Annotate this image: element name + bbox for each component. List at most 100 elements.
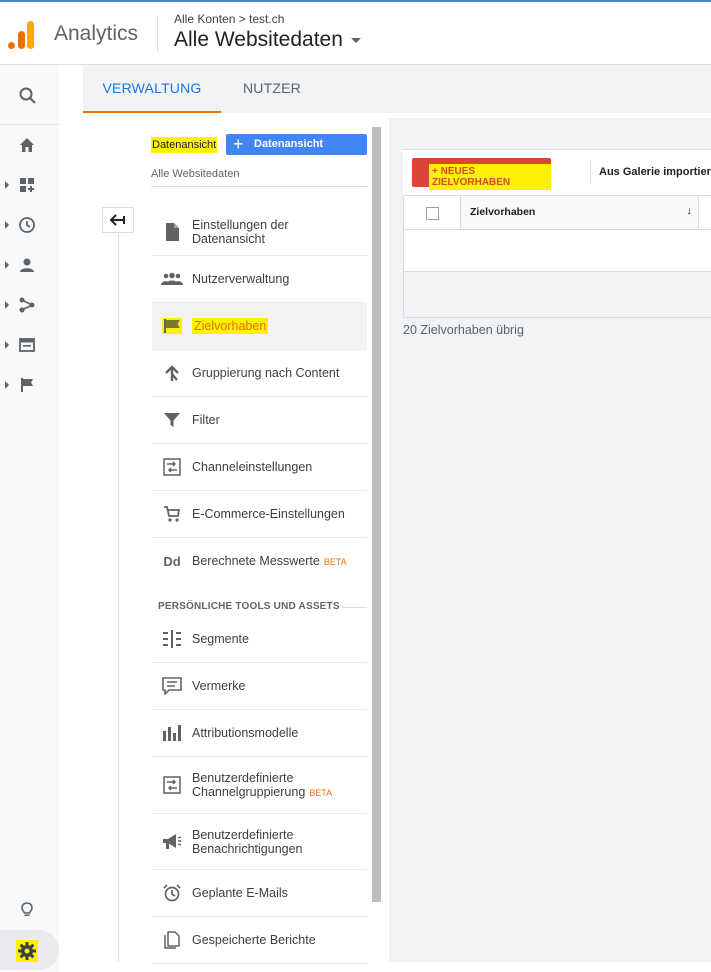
gear-icon (16, 940, 38, 962)
dd-icon: Dd (163, 554, 181, 569)
column-header-goals[interactable]: Zielvorhaben ↓ (460, 196, 699, 229)
menu-item-ecommerce-settings[interactable]: E-Commerce-Einstellungen (152, 491, 367, 538)
nav-behavior[interactable] (0, 325, 59, 365)
left-navigation (0, 65, 59, 972)
view-title: Alle Websitedaten (174, 28, 343, 51)
nav-acquisition[interactable] (0, 285, 59, 325)
menu-item-annotations[interactable]: Vermerke (152, 663, 367, 710)
column-guide-line (118, 233, 119, 962)
flag-icon (162, 318, 182, 334)
saved-report-icon (164, 931, 180, 949)
menu-label: Gespeicherte Berichte (192, 933, 316, 947)
goals-table: Zielvorhaben ↓ I (403, 195, 711, 318)
select-all-checkbox[interactable] (426, 207, 439, 220)
nav-discover[interactable] (0, 890, 59, 930)
nav-customization[interactable] (0, 165, 59, 205)
new-goal-label: + NEUES ZIELVORHABEN (429, 164, 551, 190)
menu-item-segments[interactable]: Segmente (152, 616, 367, 663)
new-goal-button[interactable]: + NEUES ZIELVORHABEN (412, 158, 551, 190)
menu-item-custom-channel-grouping[interactable]: Benutzerdefinierte Channelgruppierung BET… (152, 757, 367, 814)
menu-label: Geplante E-Mails (192, 886, 288, 900)
channel-icon (163, 776, 181, 794)
channel-icon (163, 458, 181, 476)
expand-arrow-icon (5, 301, 9, 309)
merge-icon (165, 365, 179, 381)
menu-label: E-Commerce-Einstellungen (192, 507, 345, 521)
table-header: Zielvorhaben ↓ I (404, 196, 711, 230)
collapse-back-button[interactable] (102, 207, 134, 233)
menu-item-view-settings[interactable]: Einstellungen der Datenansicht (152, 208, 367, 256)
menu-item-filter[interactable]: Filter (152, 397, 367, 444)
import-from-gallery-button[interactable]: Aus Galerie importieren (599, 166, 711, 178)
goals-toolbar: + NEUES ZIELVORHABEN Aus Galerie importi… (403, 149, 711, 195)
menu-label: Vermerke (192, 679, 246, 693)
expand-arrow-icon (5, 181, 9, 189)
arrow-left-icon (110, 214, 125, 226)
expand-arrow-icon (5, 221, 9, 229)
expand-arrow-icon (5, 381, 9, 389)
menu-item-goals[interactable]: Zielvorhaben (152, 303, 367, 350)
flag-icon (21, 378, 33, 392)
menu-item-calculated-metrics[interactable]: Dd Berechnete Messwerte BETA (152, 538, 367, 585)
alarm-icon (163, 884, 181, 902)
divider (151, 186, 367, 187)
menu-item-saved-reports[interactable]: Gespeicherte Berichte (152, 917, 367, 964)
menu-label: Gruppierung nach Content (192, 366, 340, 380)
document-icon (166, 222, 179, 241)
people-icon (161, 272, 183, 285)
person-icon (20, 258, 34, 272)
analytics-logo-icon[interactable] (8, 19, 36, 49)
header: Analytics Alle Konten > test.ch Alle Web… (0, 2, 711, 65)
nav-admin[interactable] (0, 930, 59, 970)
menu-item-user-management[interactable]: Nutzerverwaltung (152, 256, 367, 303)
menu-label: Nutzerverwaltung (192, 272, 290, 286)
cart-icon (164, 506, 181, 522)
clock-icon (19, 217, 35, 233)
table-footer (404, 271, 711, 317)
menu-item-scheduled-emails[interactable]: Geplante E-Mails (152, 870, 367, 917)
tab-nutzer[interactable]: NUTZER (221, 65, 323, 113)
menu-label: Attributionsmodelle (192, 726, 299, 740)
create-view-label: Datenansicht erstellen (254, 138, 324, 171)
nav-realtime[interactable] (0, 205, 59, 245)
menu-label: Benutzerdefinierte Benachrichtigungen (192, 827, 303, 856)
goals-panel: + NEUES ZIELVORHABEN Aus Galerie importi… (389, 118, 711, 962)
plus-icon: + (233, 134, 244, 154)
admin-tabs: VERWALTUNG NUTZER (83, 65, 711, 113)
current-view-name[interactable]: Alle Websitedaten (151, 168, 239, 180)
menu-label: Einstellungen der Datenansicht (192, 217, 289, 246)
menu-label: Berechnete Messwerte (192, 554, 320, 568)
beta-badge: BETA (323, 557, 347, 567)
beta-badge: BETA (309, 787, 333, 798)
menu-label: Channeleinstellungen (192, 460, 313, 474)
menu-scrollbar[interactable] (372, 127, 381, 902)
menu-item-attribution-models[interactable]: Attributionsmodelle (152, 710, 367, 757)
app-name: Analytics (54, 22, 139, 45)
nav-search[interactable] (0, 75, 59, 115)
menu-item-custom-alerts[interactable]: Benutzerdefinierte Benachrichtigungen (152, 814, 367, 870)
breadcrumb[interactable]: Alle Konten > test.ch (174, 12, 284, 26)
expand-arrow-icon (5, 261, 9, 269)
comment-icon (162, 677, 182, 695)
view-selector[interactable]: Alle Websitedaten (174, 28, 361, 52)
nav-conversions[interactable] (0, 365, 59, 405)
megaphone-icon (163, 833, 182, 849)
menu-item-channel-settings[interactable]: Channeleinstellungen (152, 444, 367, 491)
menu-item-content-grouping[interactable]: Gruppierung nach Content (152, 350, 367, 397)
filter-icon (164, 413, 180, 427)
nav-home[interactable] (0, 125, 59, 165)
header-divider (157, 16, 158, 52)
menu-label: Segmente (192, 632, 249, 646)
menu-label: Filter (192, 413, 220, 427)
nav-audience[interactable] (0, 245, 59, 285)
goals-remaining: 20 Zielvorhaben übrig (403, 323, 524, 337)
sort-arrow-down-icon: ↓ (686, 205, 693, 217)
admin-content: Datenansicht + Datenansicht erstellen All… (83, 113, 711, 964)
acquisition-icon (19, 297, 35, 313)
create-view-button[interactable]: + Datenansicht erstellen (226, 134, 367, 171)
tab-verwaltung[interactable]: VERWALTUNG (83, 65, 221, 113)
browser-window-icon (19, 338, 35, 352)
section-title-personal-tools: PERSÖNLICHE TOOLS UND ASSETS (158, 601, 340, 612)
search-icon (19, 87, 36, 104)
divider (342, 607, 367, 608)
